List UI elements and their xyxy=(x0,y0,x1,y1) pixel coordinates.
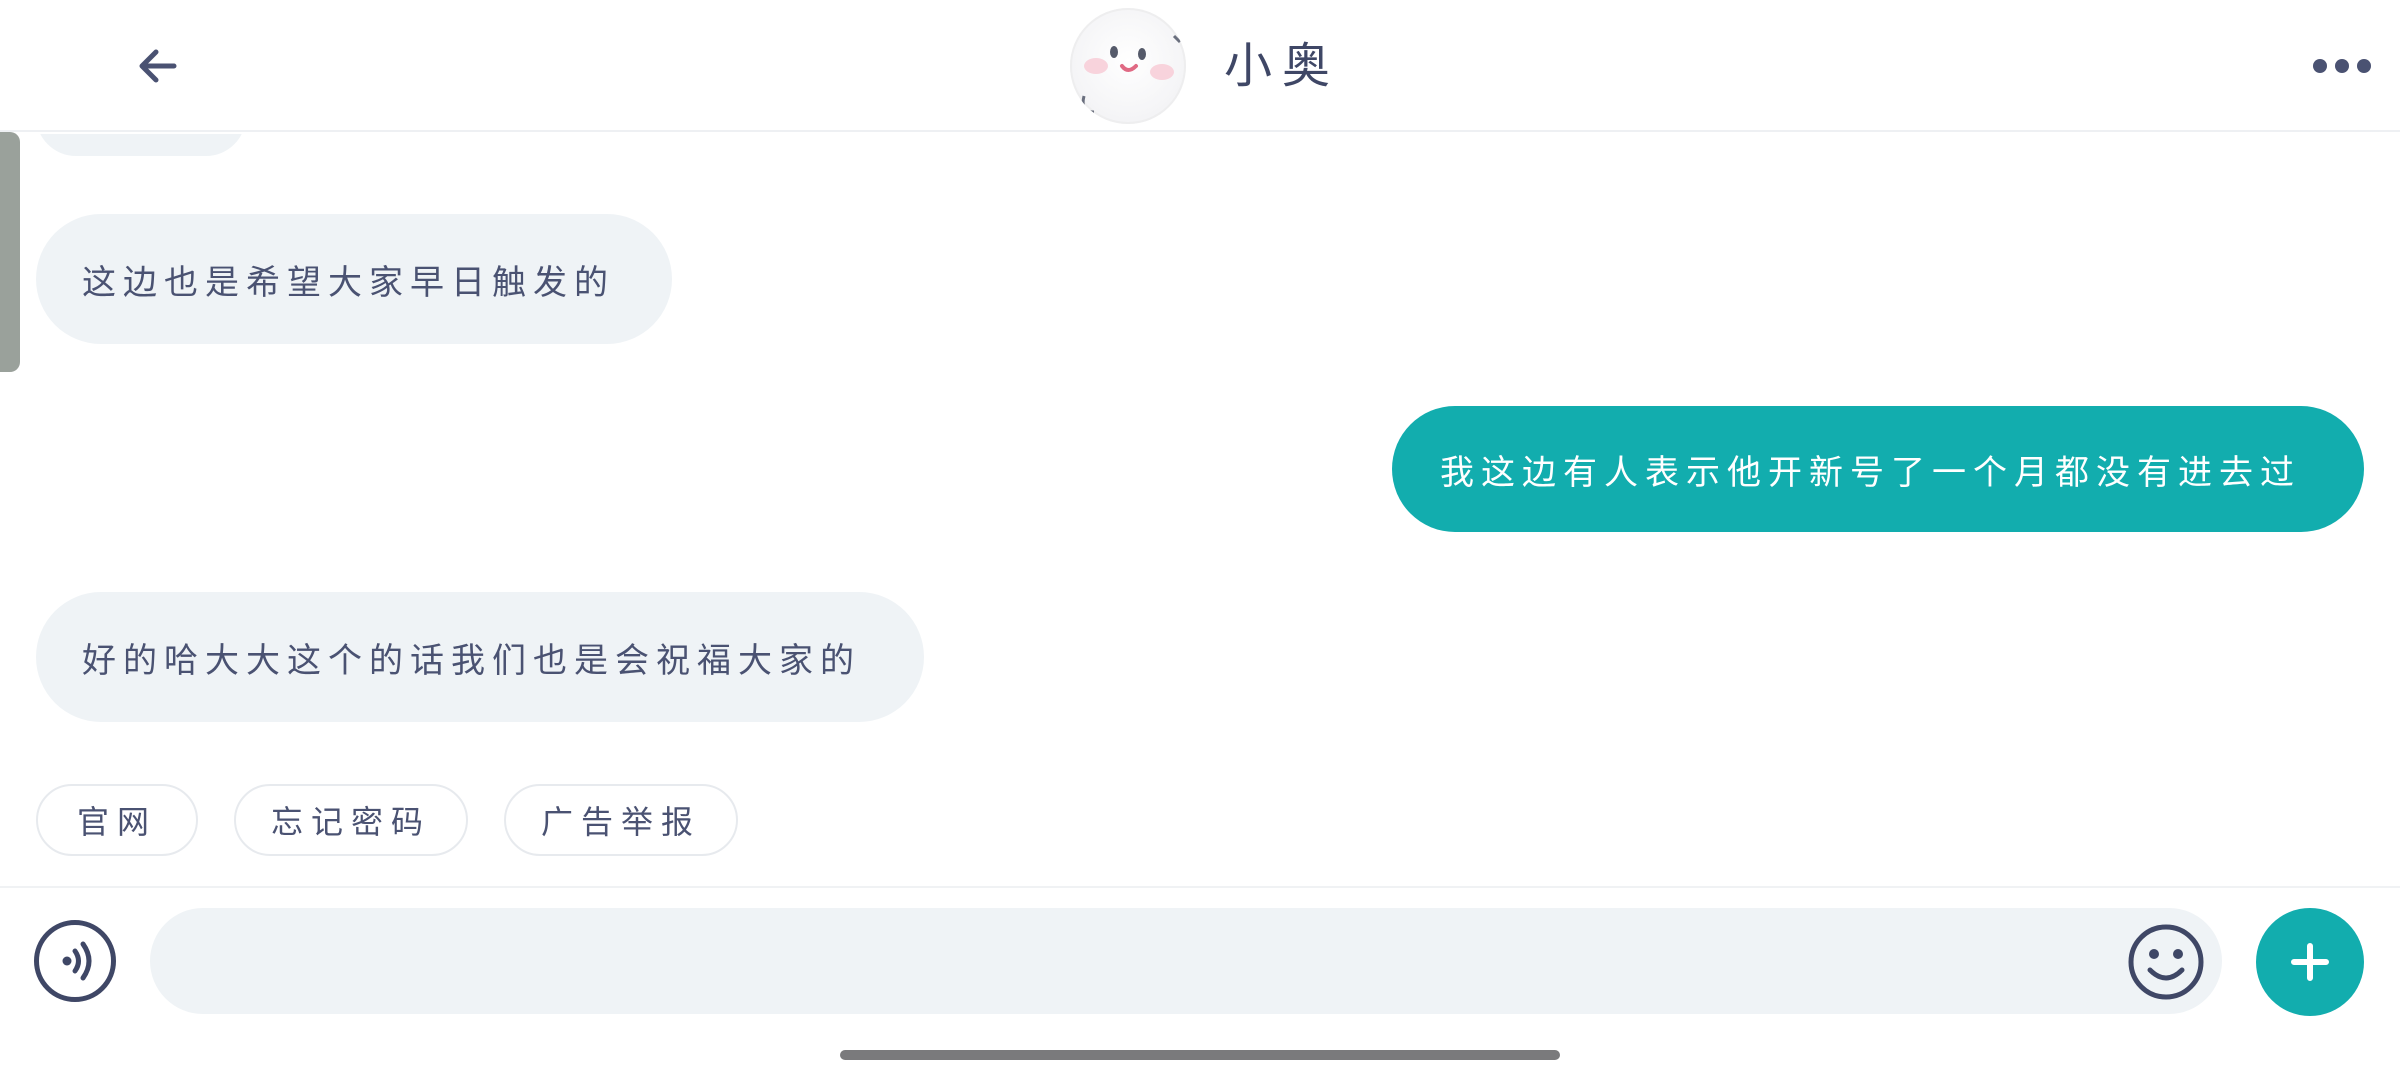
back-button[interactable] xyxy=(128,36,188,96)
message-text: 我这边有人表示他开新号了一个月都没有进去过 xyxy=(1440,452,2301,493)
add-button[interactable] xyxy=(2256,908,2364,1016)
message-list[interactable]: 这边也是希望大家早日触发的 我这边有人表示他开新号了一个月都没有进去过 好的哈大… xyxy=(0,134,2400,886)
message-input[interactable] xyxy=(190,908,2130,1014)
message-bubble-incoming[interactable]: 好的哈大大这个的话我们也是会祝福大家的 xyxy=(36,592,924,722)
message-bubble-incoming[interactable]: 这边也是希望大家早日触发的 xyxy=(36,214,672,344)
quick-reply-chip[interactable]: 忘记密码 xyxy=(234,784,468,856)
emoji-button[interactable] xyxy=(2126,922,2206,1002)
quick-replies: 官网 忘记密码 广告举报 xyxy=(0,784,2400,856)
message-text: 这边也是希望大家早日触发的 xyxy=(82,262,615,303)
plus-icon xyxy=(2291,943,2329,981)
message-bubble-outgoing[interactable]: 我这边有人表示他开新号了一个月都没有进去过 xyxy=(1392,406,2364,532)
message-bubble-partial xyxy=(36,134,246,156)
more-horizontal-icon xyxy=(2313,59,2371,73)
voice-icon xyxy=(62,941,92,981)
more-button[interactable] xyxy=(2302,42,2382,90)
avatar[interactable] xyxy=(1070,8,1186,124)
arrow-left-icon xyxy=(139,49,177,83)
quick-reply-chip[interactable]: 官网 xyxy=(36,784,198,856)
message-input-container[interactable] xyxy=(150,908,2222,1014)
home-indicator[interactable] xyxy=(840,1050,1560,1060)
page-title: 小奥 xyxy=(1224,38,1341,94)
avatar-face-icon xyxy=(1081,34,1182,114)
voice-button[interactable] xyxy=(34,920,116,1002)
message-text: 好的哈大大这个的话我们也是会祝福大家的 xyxy=(82,640,861,681)
input-bar xyxy=(0,886,2400,1034)
chat-header: 小奥 xyxy=(0,0,2400,132)
quick-reply-chip[interactable]: 广告举报 xyxy=(504,784,738,856)
emoji-icon xyxy=(2128,924,2204,1000)
